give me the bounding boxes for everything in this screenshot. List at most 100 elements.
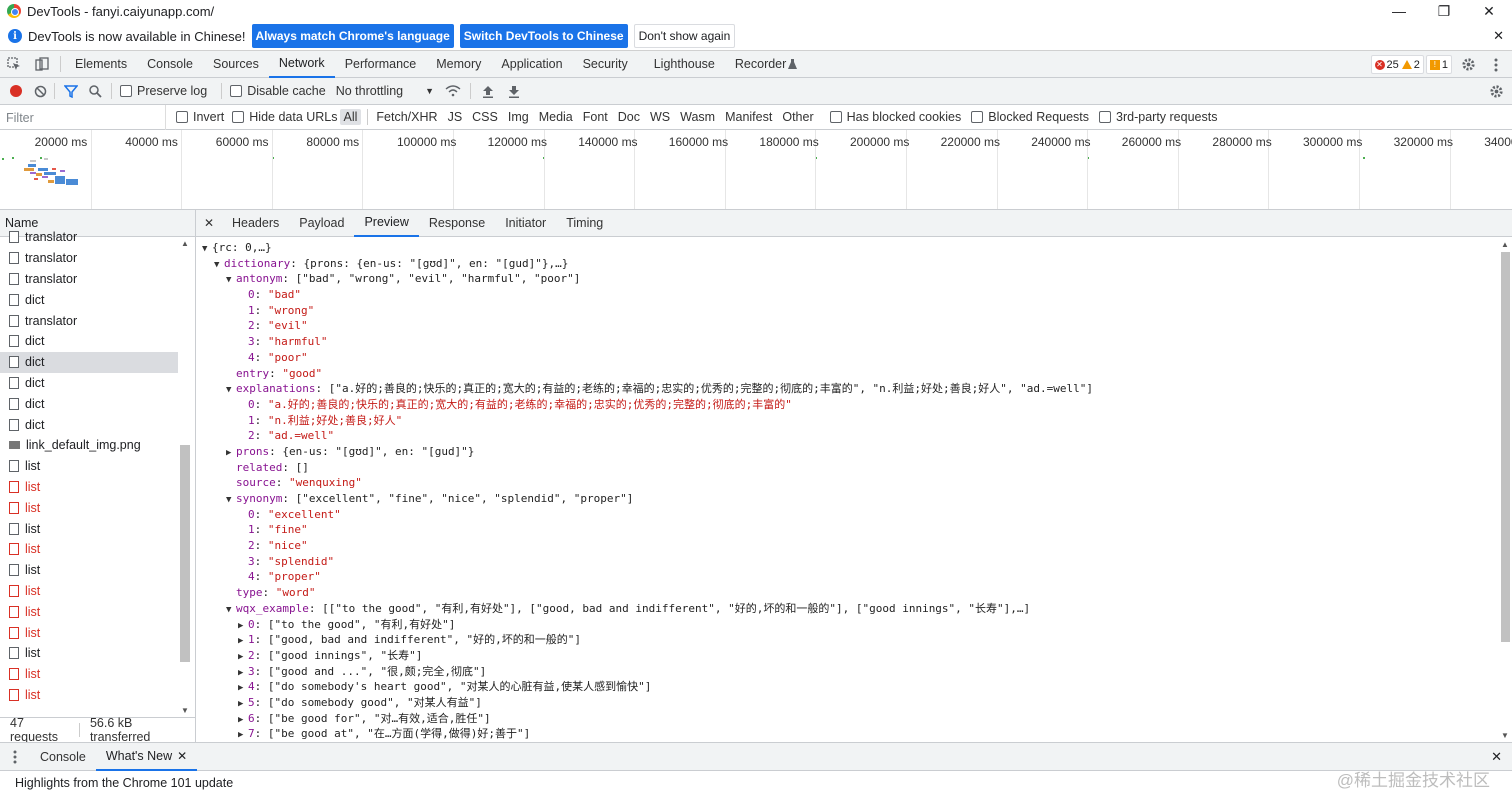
minimize-button[interactable]: — [1376, 0, 1422, 22]
import-har-upload-icon[interactable] [475, 78, 501, 105]
clear-icon[interactable] [30, 78, 50, 105]
network-conditions-wifi-icon[interactable] [440, 78, 466, 105]
scroll-down-arrow-icon[interactable]: ▼ [1501, 731, 1509, 740]
filter-type-other[interactable]: Other [778, 109, 817, 125]
preview-line[interactable]: ▼ antonym: ["bad", "wrong", "evil", "harm… [202, 271, 1496, 287]
request-row[interactable]: translator [0, 269, 178, 290]
tab-preview[interactable]: Preview [354, 210, 419, 237]
request-row[interactable]: list [0, 456, 178, 477]
preview-scrollbar[interactable]: ▲ ▼ [1498, 240, 1512, 740]
maximize-button[interactable]: ❐ [1421, 0, 1467, 22]
preview-line[interactable]: ▼ explanations: ["a.好的;善良的;快乐的;真正的;宽大的;有益… [202, 381, 1496, 397]
request-row[interactable]: list [0, 622, 178, 643]
device-toolbar-icon[interactable] [28, 51, 56, 78]
preview-line[interactable]: ▶ 5: ["do somebody good", "对某人有益"] [202, 695, 1496, 711]
infobar-close-icon[interactable]: ✕ [1493, 28, 1504, 44]
request-row[interactable]: dict [0, 414, 178, 435]
filter-input[interactable]: Filter [0, 104, 166, 130]
tab-headers[interactable]: Headers [222, 210, 289, 237]
request-row[interactable]: translator [0, 248, 178, 269]
request-row[interactable]: list [0, 477, 178, 498]
request-row[interactable]: list [0, 518, 178, 539]
collapse-arrow-icon[interactable]: ▶ [238, 728, 248, 742]
disable-cache-checkbox[interactable]: Disable cache [230, 84, 326, 98]
preview-scroll-thumb[interactable] [1501, 252, 1510, 642]
request-row[interactable]: list [0, 705, 178, 707]
tab-network[interactable]: Network [268, 51, 335, 78]
tab-lighthouse[interactable]: Lighthouse [644, 51, 725, 78]
expand-arrow-icon[interactable]: ▼ [226, 603, 236, 619]
request-row[interactable]: translator [0, 227, 178, 248]
invert-checkbox[interactable]: Invert [176, 110, 224, 124]
hide-data-urls-checkbox[interactable]: Hide data URLs [232, 110, 338, 124]
scroll-down-arrow-icon[interactable]: ▼ [181, 706, 189, 715]
request-row[interactable]: list [0, 685, 178, 706]
scroll-up-arrow-icon[interactable]: ▲ [181, 239, 189, 248]
close-drawer-icon[interactable]: ✕ [1491, 749, 1502, 765]
tab-console[interactable]: Console [137, 51, 203, 78]
request-row[interactable]: dict [0, 393, 178, 414]
network-settings-gear-icon[interactable] [1482, 78, 1510, 105]
expand-arrow-icon[interactable]: ▼ [214, 258, 224, 274]
filter-type-all[interactable]: All [339, 109, 362, 125]
request-list-scrollbar[interactable]: ▲ ▼ [178, 237, 192, 717]
request-row[interactable]: list [0, 601, 178, 622]
tab-sources[interactable]: Sources [203, 51, 269, 78]
filter-type-fetch-xhr[interactable]: Fetch/XHR [372, 109, 441, 125]
preview-line[interactable]: ▶ 2: ["good innings", "长寿"] [202, 648, 1496, 664]
dont-show-again-button[interactable]: Don't show again [633, 24, 736, 48]
expand-arrow-icon[interactable]: ▼ [226, 493, 236, 509]
preview-line[interactable]: ▼ wqx_example: [["to the good", "有利,有好处"]… [202, 601, 1496, 617]
expand-arrow-icon[interactable]: ▼ [226, 273, 236, 289]
preview-line[interactable]: ▶ 6: ["be good for", "对…有效,适合,胜任"] [202, 711, 1496, 727]
export-har-download-icon[interactable] [501, 78, 527, 105]
preserve-log-checkbox[interactable]: Preserve log [120, 84, 207, 98]
request-row[interactable]: list [0, 497, 178, 518]
throttling-select[interactable]: No throttling ▼ [336, 84, 434, 98]
preview-line[interactable]: ▶ 4: ["do somebody's heart good", "对某人的心脏… [202, 679, 1496, 695]
issue-counters[interactable]: ✕ 25 2 ! 1 [1370, 55, 1452, 74]
settings-gear-icon[interactable] [1454, 51, 1482, 78]
filter-type-media[interactable]: Media [535, 109, 577, 125]
request-row[interactable]: translator [0, 310, 178, 331]
drawer-tab-whats-new[interactable]: What's New ✕ [95, 743, 198, 771]
drawer-tab-console[interactable]: Console [30, 743, 96, 771]
preview-line[interactable]: ▼ {rc: 0,…} [202, 240, 1496, 256]
issues-counter[interactable]: ! 1 [1425, 55, 1452, 74]
request-row[interactable]: dict [0, 351, 178, 373]
request-row[interactable]: list [0, 560, 178, 581]
drawer-menu-icon[interactable] [0, 750, 30, 764]
filter-type-css[interactable]: CSS [468, 109, 502, 125]
request-row[interactable]: dict [0, 289, 178, 310]
blocked-requests-checkbox[interactable]: Blocked Requests [971, 110, 1089, 124]
filter-type-manifest[interactable]: Manifest [721, 109, 776, 125]
request-row[interactable]: list [0, 539, 178, 560]
tab-recorder[interactable]: Recorder [725, 51, 788, 78]
has-blocked-cookies-checkbox[interactable]: Has blocked cookies [829, 110, 961, 124]
request-row[interactable]: link_default_img.png [0, 435, 178, 456]
close-detail-icon[interactable]: ✕ [196, 216, 222, 230]
request-row[interactable]: list [0, 664, 178, 685]
tab-memory[interactable]: Memory [426, 51, 491, 78]
tab-application[interactable]: Application [491, 51, 572, 78]
preview-line[interactable]: ▶ 1: ["good, bad and indifferent", "好的,坏的… [202, 632, 1496, 648]
tab-payload[interactable]: Payload [289, 210, 354, 237]
expand-arrow-icon[interactable]: ▼ [226, 383, 236, 399]
request-row[interactable]: dict [0, 331, 178, 352]
tab-response[interactable]: Response [419, 210, 495, 237]
filter-type-wasm[interactable]: Wasm [676, 109, 719, 125]
error-counter[interactable]: ✕ 25 2 [1370, 55, 1424, 74]
preview-line[interactable]: ▶ 3: ["good and ...", "很,颇;完全,彻底"] [202, 664, 1496, 680]
tab-performance[interactable]: Performance [335, 51, 427, 78]
request-row[interactable]: dict [0, 373, 178, 394]
preview-line[interactable]: ▶ 7: ["be good at", "在…方面(学得,做得)好;善于"] [202, 726, 1496, 742]
preview-line[interactable]: ▼ synonym: ["excellent", "fine", "nice", … [202, 491, 1496, 507]
scroll-up-arrow-icon[interactable]: ▲ [1501, 240, 1509, 249]
preview-line[interactable]: ▼ dictionary: {prons: {en-us: "[gʊd]", en… [202, 256, 1496, 272]
preview-line[interactable]: ▶ 0: ["to the good", "有利,有好处"] [202, 617, 1496, 633]
tab-timing[interactable]: Timing [556, 210, 613, 237]
request-row[interactable]: list [0, 643, 178, 664]
switch-to-chinese-button[interactable]: Switch DevTools to Chinese [459, 24, 628, 48]
filter-type-js[interactable]: JS [444, 109, 467, 125]
filter-icon[interactable] [59, 78, 83, 105]
